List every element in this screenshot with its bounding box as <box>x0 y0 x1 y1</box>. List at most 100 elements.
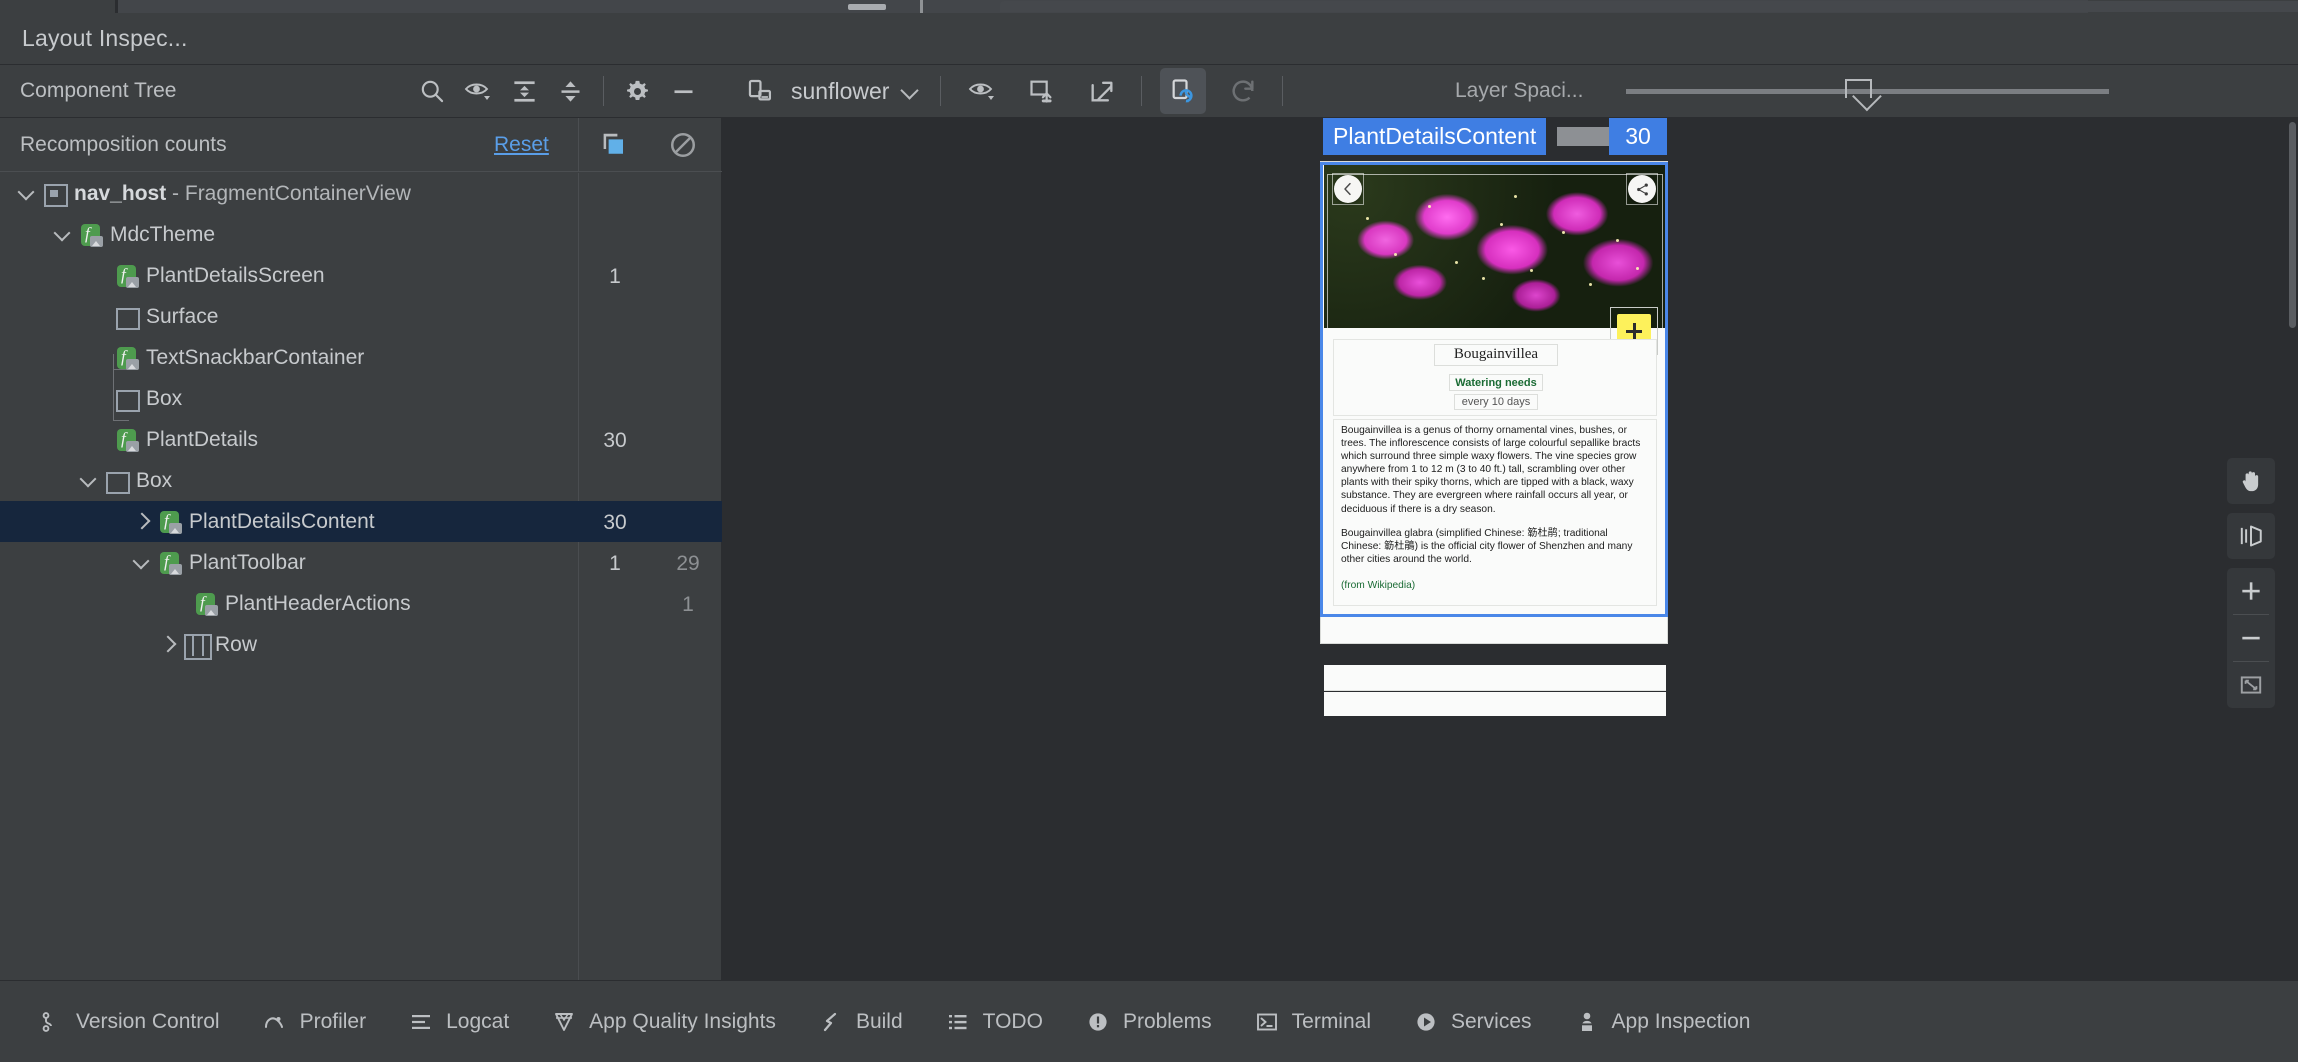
back-arrow-icon[interactable] <box>1334 175 1362 203</box>
component-tree-panel: Recomposition counts Reset nav_host - Fr… <box>0 118 722 980</box>
chrome-segment-left <box>0 0 115 13</box>
canvas-scrollbar[interactable] <box>2287 118 2298 980</box>
refresh-icon[interactable] <box>1220 68 1266 114</box>
minus-icon[interactable] <box>660 68 706 114</box>
eye-dropdown-icon[interactable] <box>455 68 501 114</box>
tree-toggle-icon[interactable] <box>14 173 40 214</box>
tree-row-box-2[interactable]: Box <box>0 460 722 501</box>
status-item-app-quality-insights[interactable]: App Quality Insights <box>535 981 792 1062</box>
status-item-logcat[interactable]: Logcat <box>392 981 525 1062</box>
plant-name: Bougainvillea <box>1453 346 1539 362</box>
device-toolbar-separator-1 <box>940 76 942 106</box>
plant-info-card: Bougainvillea Watering needs every 10 da… <box>1333 339 1657 416</box>
box-icon <box>112 378 146 419</box>
inspector-toolbar: Component Tree sunflower Layer Spaci... <box>0 65 2298 118</box>
tree-row-nav-host[interactable]: nav_host - FragmentContainerView <box>0 173 722 214</box>
tree-row-row[interactable]: Row <box>0 624 722 665</box>
zoom-controls-group <box>2227 568 2275 708</box>
layer-spacing-slider[interactable] <box>1626 71 2110 111</box>
expand-all-icon[interactable] <box>501 68 547 114</box>
device-name-label[interactable]: sunflower <box>791 78 889 105</box>
status-item-profiler[interactable]: Profiler <box>246 981 383 1062</box>
chrome-pill <box>848 4 886 10</box>
status-item-label: Build <box>855 1009 903 1033</box>
canvas-scrollbar-thumb[interactable] <box>2289 122 2296 328</box>
recomposition-title: Recomposition counts <box>20 132 227 156</box>
search-icon[interactable] <box>409 68 455 114</box>
tree-row-label: PlantDetails <box>146 427 259 451</box>
tree-row-textsnackbarcontainer[interactable]: TextSnackbarContainer <box>0 337 722 378</box>
status-item-label: Problems <box>1122 1009 1212 1033</box>
composable-icon <box>191 583 225 624</box>
composable-icon <box>112 255 146 296</box>
zoom-to-fit-icon[interactable] <box>2227 662 2275 708</box>
rotate-3d-icon[interactable] <box>2227 513 2275 559</box>
selected-component-label[interactable]: PlantDetailsContent <box>1323 118 1547 155</box>
view-options-eye-dropdown-icon[interactable] <box>959 68 1005 114</box>
canvas-tools <box>2227 458 2275 717</box>
layer-spacing-label: Layer Spaci... <box>1455 79 1584 102</box>
status-item-terminal[interactable]: Terminal <box>1238 981 1387 1062</box>
version-control-icon <box>38 1009 64 1035</box>
chrome-divider <box>920 0 923 13</box>
status-item-label: App Quality Insights <box>589 1009 776 1033</box>
tree-row-mdctheme[interactable]: MdcTheme <box>0 214 722 255</box>
stop-counting-icon[interactable] <box>668 130 698 160</box>
snapshot-icon[interactable] <box>1019 68 1065 114</box>
recomposition-count: 30 <box>603 429 627 452</box>
recomposition-header: Recomposition counts Reset <box>0 118 722 172</box>
selected-component-handle[interactable] <box>1557 127 1609 146</box>
status-item-version-control[interactable]: Version Control <box>22 981 236 1062</box>
tree-toggle-icon[interactable] <box>129 542 155 583</box>
app-quality-insights-icon <box>551 1009 577 1035</box>
share-icon[interactable] <box>1628 175 1656 203</box>
component-tree[interactable]: nav_host - FragmentContainerView MdcThem… <box>0 173 722 980</box>
gear-icon[interactable] <box>614 68 660 114</box>
tree-row-box-1[interactable]: Box <box>0 378 722 419</box>
layer-spacing-controls: Layer Spaci... <box>1437 65 2298 117</box>
status-item-services[interactable]: Services <box>1397 981 1548 1062</box>
hero-bounds-outline <box>1327 174 1663 328</box>
export-icon[interactable] <box>1079 68 1125 114</box>
services-icon <box>1413 1009 1439 1035</box>
recomposition-count-selected: 30 <box>603 511 627 534</box>
tree-row-label: PlantToolbar <box>189 550 306 574</box>
plus-icon <box>1626 323 1642 339</box>
tree-row-plantheaderactions[interactable]: PlantHeaderActions <box>0 583 722 624</box>
tree-row-surface[interactable]: Surface <box>0 296 722 337</box>
highlight-recomposition-icon[interactable] <box>598 130 628 160</box>
status-bar: Version Control Profiler Logcat App Qual… <box>0 980 2298 1062</box>
tree-toggle-icon[interactable] <box>129 501 155 542</box>
collapse-all-icon[interactable] <box>547 68 593 114</box>
status-item-label: TODO <box>982 1009 1043 1033</box>
component-tree-label: Component Tree <box>20 79 177 102</box>
device-preview[interactable]: Bougainvillea Watering needs every 10 da… <box>1320 161 1668 716</box>
pan-tool-icon[interactable] <box>2227 458 2275 504</box>
preview-canvas[interactable]: Bougainvillea Watering needs every 10 da… <box>723 118 2298 980</box>
device-bottom-stripe-2 <box>1324 692 1666 716</box>
reset-link[interactable]: Reset <box>494 133 549 157</box>
live-updates-icon[interactable] <box>1160 68 1207 114</box>
tree-row-label: PlantDetailsContent <box>189 509 375 533</box>
tree-row-label: Box <box>146 386 183 410</box>
status-item-build[interactable]: Build <box>802 981 919 1062</box>
zoom-in-icon[interactable] <box>2227 568 2275 614</box>
tree-toggle-icon[interactable] <box>50 214 76 255</box>
status-item-label: Services <box>1451 1009 1532 1033</box>
tree-toggle-icon[interactable] <box>76 460 102 501</box>
chevron-down-icon[interactable] <box>902 83 918 99</box>
zoom-out-icon[interactable] <box>2227 615 2275 661</box>
watering-needs-value: every 10 days <box>1461 396 1531 408</box>
status-item-todo[interactable]: TODO <box>929 981 1059 1062</box>
slider-thumb[interactable] <box>1845 79 1873 98</box>
status-item-problems[interactable]: Problems <box>1069 981 1228 1062</box>
skip-count: 1 <box>682 593 694 616</box>
tree-row-label: PlantDetailsScreen <box>146 263 325 287</box>
tree-toggle-icon[interactable] <box>155 624 181 665</box>
tree-row-label: MdcTheme <box>110 222 216 246</box>
build-icon <box>818 1009 844 1035</box>
device-toolbar-separator-3 <box>1282 76 1284 106</box>
profiler-icon <box>262 1009 288 1035</box>
status-item-app-inspection[interactable]: App Inspection <box>1558 981 1767 1062</box>
terminal-icon <box>1254 1009 1280 1035</box>
